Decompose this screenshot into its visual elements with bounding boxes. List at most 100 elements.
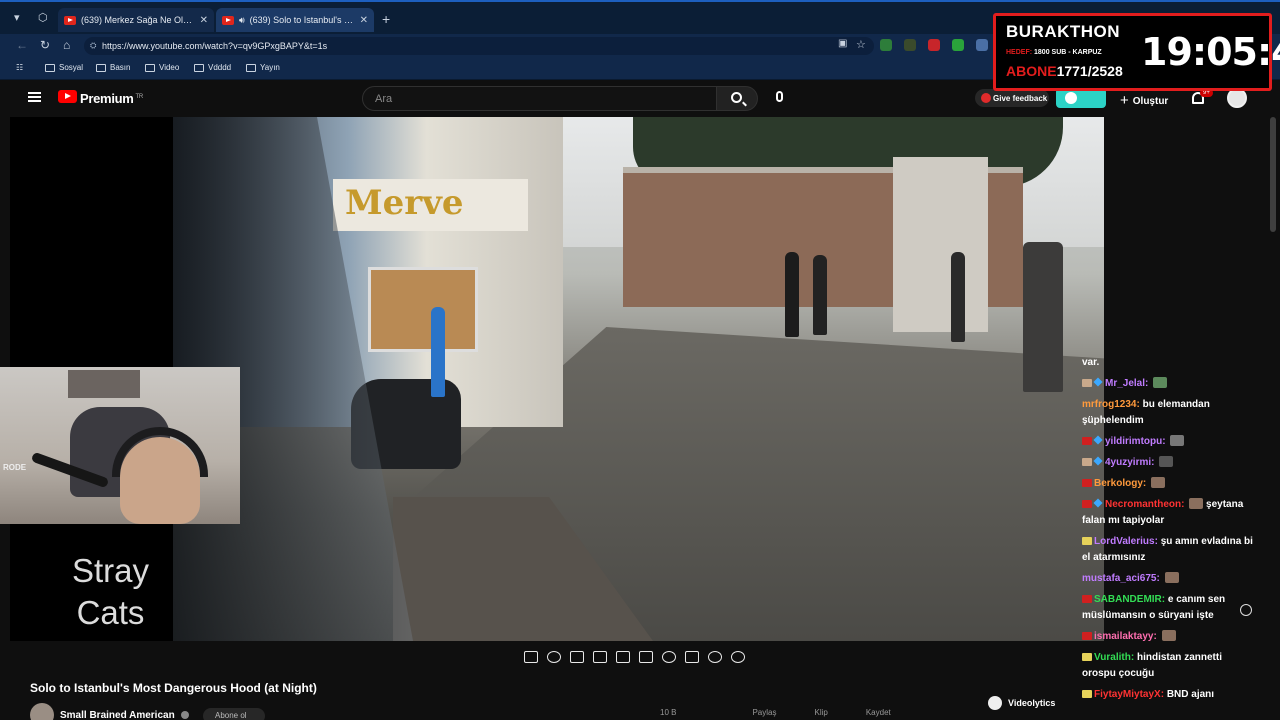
channel-row: Small Brained American — [30, 703, 189, 720]
page-scrollbar[interactable] — [1270, 117, 1276, 232]
extension-toggle[interactable] — [1056, 88, 1106, 108]
site-info-icon[interactable]: ⛭ — [90, 41, 96, 51]
extension-icon[interactable] — [952, 39, 964, 51]
emote-icon — [1159, 456, 1174, 467]
chat-username: FiytayMiytayX: — [1094, 689, 1165, 700]
broadcast-icon[interactable] — [547, 651, 561, 663]
verified-icon — [180, 711, 189, 719]
extension-icon[interactable] — [976, 39, 988, 51]
bookmarks-menu-icon[interactable]: ☷ — [16, 63, 23, 72]
pedestrian — [813, 255, 827, 335]
mic-brand: RODE — [3, 463, 27, 472]
chat-username: Berkology: — [1094, 478, 1147, 489]
loop-icon[interactable] — [524, 651, 538, 663]
shop-sign: Merve — [333, 179, 528, 231]
bookmark-folder[interactable]: Yayın — [246, 63, 280, 72]
folder-icon — [246, 63, 256, 72]
chat-text: var. — [1082, 357, 1100, 368]
tab-search-icon[interactable]: ▣ — [838, 38, 847, 49]
browser-tab-2[interactable]: 🔊︎ (639) Solo to Istanbul's Most Da… ✕ — [216, 8, 374, 32]
live-chat: var. Mr_Jelal: mrfrog1234: bu elemandan … — [1082, 355, 1257, 720]
chat-username: mrfrog1234: — [1082, 399, 1140, 410]
reload-icon[interactable]: ↻ — [40, 38, 50, 52]
extension-icon[interactable] — [880, 39, 892, 51]
chat-message: var. — [1082, 355, 1257, 371]
goal-text: 1800 SUB - KARPUZ — [1034, 49, 1102, 56]
close-tab-icon[interactable]: ✕ — [200, 15, 208, 26]
tab-title: (639) Solo to Istanbul's Most Da… — [249, 15, 355, 25]
search-button[interactable] — [716, 86, 758, 111]
home-icon[interactable]: ⌂ — [63, 38, 70, 52]
stray-cats-label: Stray Cats — [48, 550, 173, 634]
chat-message: 4yuzyirmi: — [1082, 455, 1257, 471]
playlist-icon[interactable] — [570, 651, 584, 663]
frame-icon[interactable] — [639, 651, 653, 663]
channel-avatar[interactable] — [30, 703, 54, 720]
chat-message: Necromantheon: şeytana falan mı tapiyola… — [1082, 497, 1257, 529]
plus-icon: + — [1120, 92, 1129, 109]
youtube-premium-logo[interactable]: Premium TR — [80, 91, 143, 106]
chat-username: mustafa_aci675: — [1082, 573, 1160, 584]
bookmark-folder[interactable]: Video — [145, 63, 179, 72]
search-input[interactable]: Ara — [362, 86, 717, 111]
speaker-icon[interactable]: 🔊︎ — [239, 15, 245, 26]
create-button[interactable]: + Oluştur — [1120, 91, 1168, 109]
chat-username: 4yuzyirmi: — [1105, 457, 1155, 468]
videolytics-button[interactable]: Videolytics — [984, 690, 1084, 716]
channel-name[interactable]: Small Brained American — [60, 710, 175, 720]
voice-search-icon[interactable] — [776, 91, 783, 102]
video-frame[interactable]: Merve — [173, 117, 1104, 641]
sub-label: ABONE — [1006, 63, 1057, 79]
emote-icon — [1189, 498, 1204, 509]
picture-in-picture-icon[interactable] — [616, 651, 630, 663]
chat-message: SABANDEMIR: e canım sen müslümansın o sü… — [1082, 592, 1257, 624]
bookmark-folder[interactable]: Basın — [96, 63, 130, 72]
add-to-queue-icon[interactable] — [685, 651, 699, 663]
chat-message: ismailaktayy: — [1082, 629, 1257, 645]
youtube-favicon-icon — [222, 15, 234, 25]
emote-icon — [1151, 477, 1166, 488]
speed-icon[interactable] — [662, 651, 676, 663]
bookmark-star-icon[interactable]: ☆ — [856, 38, 866, 51]
search-placeholder: Ara — [375, 93, 393, 105]
back-icon[interactable]: ← — [16, 38, 28, 52]
emote-icon — [1161, 630, 1176, 641]
menu-icon[interactable] — [28, 92, 41, 102]
folder-icon — [194, 63, 204, 72]
new-tab-icon[interactable]: + — [382, 11, 390, 27]
chat-username: Vuralith: — [1094, 652, 1135, 663]
like-button[interactable]: 10 B — [660, 708, 676, 717]
youtube-logo-icon[interactable] — [58, 90, 77, 103]
bookmark-folder[interactable]: Vdddd — [194, 63, 231, 72]
url-field[interactable]: ⛭ https://www.youtube.com/watch?v=qv9GPx… — [84, 37, 874, 55]
url-text: https://www.youtube.com/watch?v=qv9GPxgB… — [102, 41, 328, 51]
close-tab-icon[interactable]: ✕ — [360, 15, 368, 26]
bookmark-label: Basın — [110, 63, 131, 72]
settings-gear-icon[interactable] — [731, 651, 745, 663]
account-avatar[interactable] — [1227, 88, 1247, 108]
workspaces-icon[interactable]: ⬡ — [38, 11, 48, 24]
user-badge-icon — [1082, 500, 1092, 508]
save-button[interactable]: Kaydet — [866, 708, 891, 717]
share-button[interactable]: Paylaş — [752, 708, 776, 717]
streamer-name: BURAKTHON — [1006, 22, 1121, 41]
extension-icon[interactable] — [904, 39, 916, 51]
streamer-webcam: RODE — [0, 367, 240, 524]
subscribe-button[interactable]: Abone ol — [203, 708, 265, 720]
sub-counter: ABONE1771/2528 — [1006, 63, 1123, 79]
pedestrian — [431, 307, 445, 397]
screenshot-icon[interactable] — [708, 651, 722, 663]
film-icon[interactable] — [593, 651, 607, 663]
extension-icon[interactable] — [928, 39, 940, 51]
give-feedback-button[interactable]: Give feedback — [975, 89, 1049, 107]
tab-menu-icon[interactable]: ▾ — [14, 11, 20, 24]
browser-tab-1[interactable]: (639) Merkez Sağa Ne Oldu? | Ne… ✕ — [58, 8, 214, 32]
chat-message: mrfrog1234: bu elemandan şüphelendim — [1082, 397, 1257, 429]
chat-text: BND ajanı — [1166, 689, 1215, 700]
youtube-favicon-icon — [64, 15, 76, 25]
bookmark-folder[interactable]: Sosyal — [45, 63, 83, 72]
chat-message: Vuralith: hindistan zannetti orospu çocu… — [1082, 650, 1257, 682]
feedback-label: Give feedback — [993, 94, 1048, 103]
clip-button[interactable]: Klip — [814, 708, 827, 717]
diamond-badge-icon — [1093, 498, 1103, 508]
